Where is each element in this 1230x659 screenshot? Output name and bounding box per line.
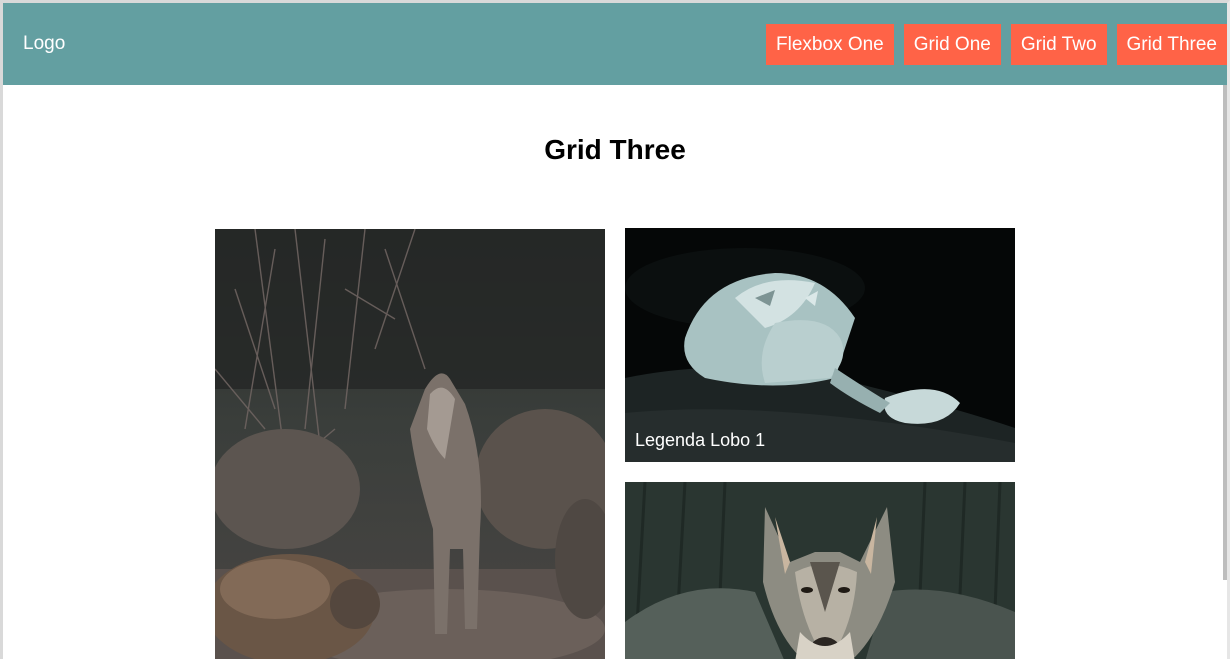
site-header: Logo Flexbox One Grid One Grid Two Grid … [3, 3, 1227, 85]
browser-viewport: Logo Flexbox One Grid One Grid Two Grid … [0, 0, 1230, 659]
sleeping-wolf-photo [625, 228, 1015, 462]
nav-flexbox-one-button[interactable]: Flexbox One [766, 24, 894, 65]
gallery-image-wolf-pack [215, 229, 605, 659]
logo[interactable]: Logo [23, 33, 65, 55]
nav-grid-two-button[interactable]: Grid Two [1010, 24, 1107, 65]
gallery-image-wolf-portrait [625, 482, 1015, 659]
nav-grid-one-button[interactable]: Grid One [903, 24, 1001, 65]
gallery-image-sleeping-wolf: Legenda Lobo 1 [625, 228, 1015, 462]
main-nav: Flexbox One Grid One Grid Two Grid Three [756, 24, 1227, 65]
gallery-caption: Legenda Lobo 1 [635, 430, 766, 450]
scrollbar[interactable] [1223, 85, 1227, 580]
page-title: Grid Three [544, 134, 686, 165]
nav-grid-three-button[interactable]: Grid Three [1116, 24, 1227, 65]
wolf-pack-photo [215, 229, 605, 659]
wolf-portrait-photo [625, 482, 1015, 659]
